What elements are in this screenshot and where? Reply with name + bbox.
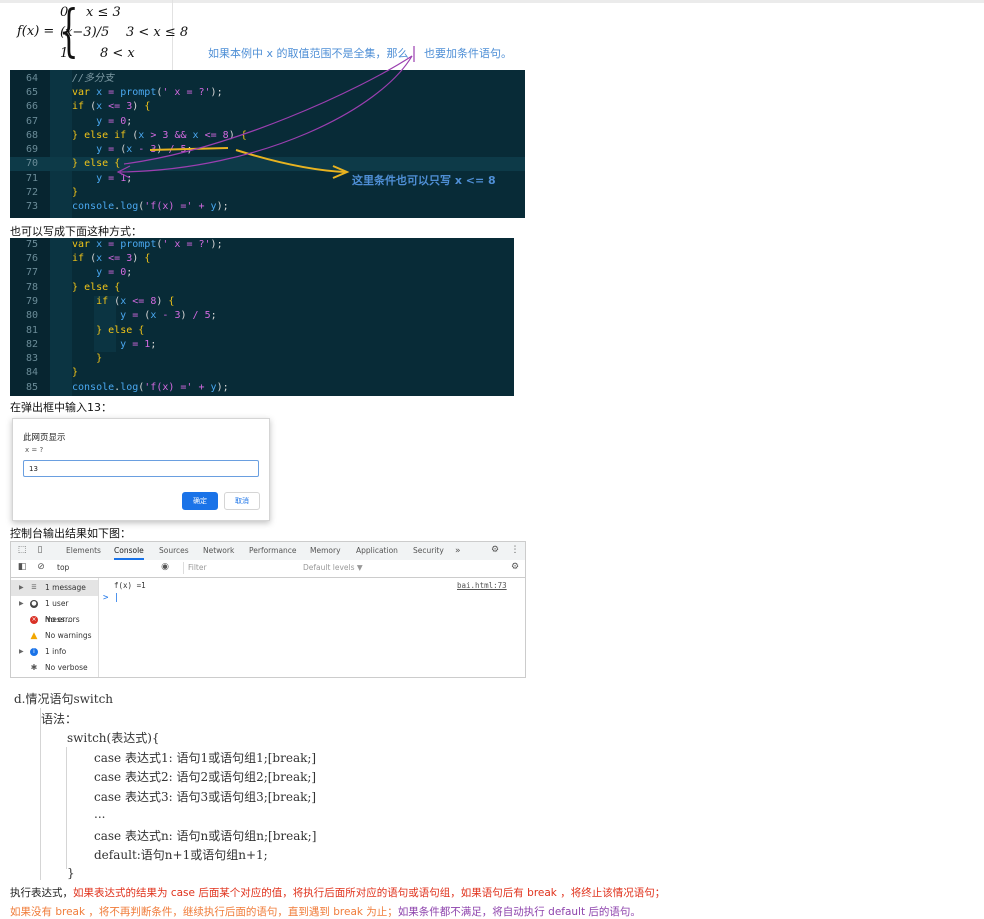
switch-syntax-line: } [67,866,75,880]
user-icon: ● [30,600,38,608]
settings-gear-icon[interactable]: ⚙ [489,545,501,556]
ok-button[interactable]: 确定 [182,492,218,510]
code-line: 80 y = (x - 3) / 5; [25,310,217,321]
cancel-button[interactable]: 取消 [224,492,260,510]
explanation-line-2: 如果没有 break ，将不再判断条件，继续执行后面的语句，直到遇到 break… [10,904,641,919]
switch-syntax-line: case 表达式1: 语句1或语句组1;[break;] [94,751,317,765]
explanation-prefix: 执行表达式， [10,887,73,899]
eye-icon[interactable]: ◉ [159,562,171,573]
tab-memory[interactable]: Memory [310,542,341,560]
code-line: 82 y = 1; [25,339,157,350]
console-toolbar: ◧ ⊘ top ◉ Filter Default levels ▼ ⚙ [11,560,525,578]
code-line: 77 y = 0; [25,267,133,278]
tab-application[interactable]: Application [356,542,398,560]
switch-syntax-line: default:语句n+1或语句组n+1; [94,848,268,862]
dialog-message: x = ? [25,446,44,454]
code-line: 81 } else { [25,325,145,336]
code-line: 79 if (x <= 8) { [25,296,175,307]
switch-syntax-line: case 表达式n: 语句n或语句组n;[break;] [94,829,317,843]
context-selector[interactable]: top [57,562,167,574]
code-line: 76 if (x <= 3) { [25,253,151,264]
switch-syntax-line: switch(表达式){ [67,731,160,745]
expand-arrow-icon: ▶ [19,600,24,607]
levels-dropdown[interactable]: Default levels ▼ [303,562,363,574]
console-prompt[interactable]: > | [103,593,119,603]
code-line: 78} else { [25,282,121,293]
expand-arrow-icon: ▶ [19,648,24,655]
sidebar-item-user-messages[interactable]: ▶ ● 1 user mess… [11,596,98,624]
yellow-underline [149,147,229,151]
caption-alternative: 也可以写成下面这种方式： [10,225,142,238]
clear-console-icon[interactable]: ⊘ [35,562,47,573]
list-icon: ☰ [31,584,37,591]
tab-elements[interactable]: Elements [66,542,101,560]
device-toolbar-icon[interactable]: ▯ [34,545,46,556]
switch-syntax-line: case 表达式3: 语句3或语句组3;[break;] [94,790,317,804]
yellow-arrow [235,149,346,173]
sidebar-item-messages[interactable]: ▶ ☰ 1 message [11,580,98,596]
switch-syntax-line: ... [94,807,106,821]
console-log-output: f(x) =1 [114,581,146,590]
sidebar-item-label: No warnings [45,631,92,640]
purple-arrow [119,55,413,173]
sidebar-toggle-icon[interactable]: ◧ [16,562,28,573]
explanation-red: 如果表达式的结果为 case 后面某个对应的值，将执行后面所对应的语句或语句组，… [73,887,666,899]
console-log-source-link[interactable]: bai.html:73 [457,581,507,590]
expand-arrow-icon: ▶ [19,584,24,591]
syntax-label: 语法： [41,712,78,726]
sidebar-item-errors[interactable]: × No errors [11,612,98,628]
sidebar-item-label: No verbose [45,663,88,672]
caption-console: 控制台输出结果如下图： [10,527,131,540]
console-sidebar: ▶ ☰ 1 message ▶ ● 1 user mess… × No erro… [11,578,99,677]
dialog-input[interactable]: 13 [23,460,259,477]
dialog-title: 此网页显示 [23,433,66,443]
console-settings-icon[interactable]: ⚙ [509,562,521,573]
explanation-purple: 如果条件都不满足，将自动执行 default 后的语句。 [397,906,641,918]
verbose-icon: ✱ [30,663,38,672]
caption-input: 在弹出框中输入13： [10,401,112,414]
more-menu-icon[interactable]: ⋮ [509,545,521,556]
sidebar-item-label: 1 info [45,647,67,656]
sidebar-item-info[interactable]: ▶ i 1 info [11,644,98,660]
filter-input[interactable]: Filter [183,562,300,574]
devtools-panel: ⬚ ▯ Elements Console Sources Network Per… [10,541,526,678]
code-line: 75 var x = prompt(' x = ?'); [25,239,223,250]
prompt-dialog: 此网页显示 x = ? 13 确定 取消 [12,418,270,521]
sidebar-item-label: 1 message [45,583,86,592]
indent-rule [66,747,67,869]
code-line: 85 console.log('f(x) =' + y); [25,382,229,393]
tab-sources[interactable]: Sources [159,542,189,560]
devtools-tabbar: ⬚ ▯ Elements Console Sources Network Per… [11,542,525,561]
info-icon: i [30,648,38,656]
explanation-line-1: 执行表达式，如果表达式的结果为 case 后面某个对应的值，将执行后面所对应的语… [10,885,665,900]
code-line: 84} [25,367,79,378]
switch-heading: d.情况语句switch [14,692,114,706]
annotation-arrows [116,46,415,179]
tab-console[interactable]: Console [114,542,144,560]
code-block-nested: 75 var x = prompt(' x = ?'); 76 if (x <= 3… [10,238,514,396]
switch-syntax-line: case 表达式2: 语句2或语句组2;[break;] [94,770,317,784]
indent-rule [40,708,41,880]
sidebar-item-label: No errors [45,615,80,624]
sidebar-item-warnings[interactable]: ▲ No warnings [11,628,98,644]
inspect-icon[interactable]: ⬚ [16,545,28,556]
sidebar-item-verbose[interactable]: ✱ No verbose [11,660,98,676]
tab-performance[interactable]: Performance [249,542,297,560]
warning-icon: ▲ [30,631,38,641]
error-icon: × [30,616,38,624]
tab-network[interactable]: Network [203,542,234,560]
code-line: 83 } [25,353,103,364]
more-tabs-icon[interactable]: » [455,542,461,560]
explanation-orange: 如果没有 break ，将不再判断条件，继续执行后面的语句，直到遇到 break… [10,906,398,918]
tab-security[interactable]: Security [413,542,444,560]
